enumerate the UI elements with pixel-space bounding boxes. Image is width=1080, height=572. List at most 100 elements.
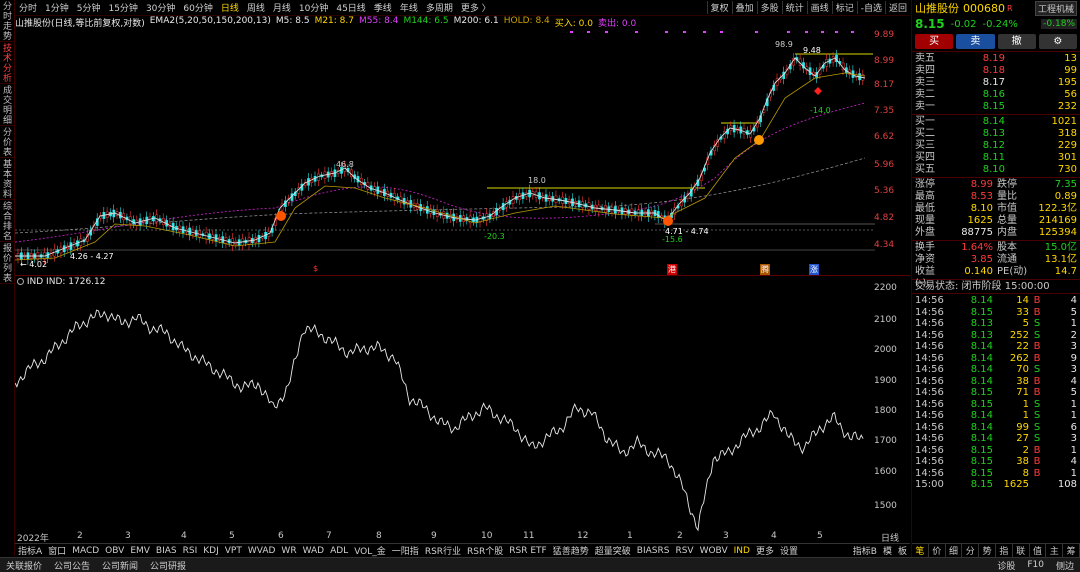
panel-tab[interactable]: 细 xyxy=(946,544,963,557)
tf-2[interactable]: 5分钟 xyxy=(73,1,105,14)
tool-5[interactable]: 标记 xyxy=(831,1,857,14)
book-row[interactable]: 卖二 8.16 56 xyxy=(915,89,1077,101)
ind-toggle-icon[interactable] xyxy=(17,278,24,285)
ind-tab[interactable]: RSR ETF xyxy=(506,546,549,556)
tool-7[interactable]: 返回 xyxy=(884,1,910,14)
ind-tab[interactable]: 超量突破 xyxy=(592,544,634,557)
book-row[interactable]: 买二 8.13 318 xyxy=(915,128,1077,140)
tf-12[interactable]: 年线 xyxy=(396,1,422,14)
ind-tab[interactable]: RSR个股 xyxy=(464,544,506,557)
panel-tab[interactable]: 联 xyxy=(1013,544,1030,557)
ind-tab[interactable]: OBV xyxy=(102,546,127,556)
ind-tab-settings[interactable]: 设置 xyxy=(777,544,801,557)
ind-tab[interactable]: RSV xyxy=(672,546,696,556)
tool-0[interactable]: 复权 xyxy=(706,1,732,14)
book-row[interactable]: 买五 8.10 730 xyxy=(915,164,1077,176)
event-marker[interactable]: 港 xyxy=(667,264,677,275)
tool-2[interactable]: 多股 xyxy=(756,1,782,14)
tf-9[interactable]: 10分钟 xyxy=(295,1,332,14)
tool-4[interactable]: 画线 xyxy=(806,1,832,14)
tick-list[interactable]: 14:56 8.14 14 B 4 14:56 8.15 33 B 5 14:56 … xyxy=(912,293,1080,492)
tf-10[interactable]: 45日线 xyxy=(332,1,369,14)
event-marker[interactable]: $ xyxy=(313,264,318,273)
tf-3[interactable]: 15分钟 xyxy=(104,1,141,14)
ind-tab[interactable]: 指标A xyxy=(15,544,45,557)
panel-tab[interactable]: 主 xyxy=(1046,544,1064,557)
ind-tab[interactable]: WVAD xyxy=(245,546,279,556)
cancel-order-button[interactable]: 撤 xyxy=(997,34,1036,49)
event-marker[interactable]: 腾 xyxy=(760,264,770,275)
ind-tab[interactable]: VOL_金 xyxy=(351,544,389,557)
ind-tab[interactable]: BIAS xyxy=(153,546,180,556)
ind-tab[interactable]: WR xyxy=(278,546,299,556)
panel-tab[interactable]: 笔 xyxy=(912,544,929,557)
ind-tab[interactable]: 猛善趋势 xyxy=(550,544,592,557)
book-row[interactable]: 买三 8.12 229 xyxy=(915,140,1077,152)
ind-chart[interactable] xyxy=(15,288,875,533)
panel-tab[interactable]: 值 xyxy=(1030,544,1047,557)
ind-tab[interactable]: 一阳指 xyxy=(389,544,422,557)
ind-tab[interactable]: BIASRS xyxy=(634,546,673,556)
tf-1[interactable]: 1分钟 xyxy=(41,1,73,14)
ind-tab-active[interactable]: IND xyxy=(731,546,753,556)
event-marker[interactable]: 涨 xyxy=(809,264,819,275)
vtab-3[interactable]: 分价表 xyxy=(0,126,15,158)
ind-tab[interactable]: WOBV xyxy=(697,546,731,556)
tool-3[interactable]: 统计 xyxy=(781,1,807,14)
book-row[interactable]: 买四 8.11 301 xyxy=(915,152,1077,164)
tf-0[interactable]: 分时 xyxy=(15,1,41,14)
vtab-2[interactable]: 成交明细 xyxy=(0,84,15,126)
book-row[interactable]: 卖三 8.17 195 xyxy=(915,77,1077,89)
book-row[interactable]: 卖一 8.15 232 xyxy=(915,101,1077,113)
tf-5[interactable]: 60分钟 xyxy=(179,1,216,14)
panel-tab[interactable]: 筹 xyxy=(1063,544,1080,557)
book-row[interactable]: 买一 8.14 1021 xyxy=(915,116,1077,128)
ind-tab[interactable]: RSI xyxy=(180,546,201,556)
tf-11[interactable]: 季线 xyxy=(370,1,396,14)
book-row[interactable]: 卖四 8.18 99 xyxy=(915,65,1077,77)
vtab-0[interactable]: 分时走势 xyxy=(0,0,15,42)
status-item[interactable]: 关联报价 xyxy=(0,559,48,572)
tf-14[interactable]: 更多 〉 xyxy=(457,1,495,14)
tf-7[interactable]: 周线 xyxy=(243,1,269,14)
panel-tab[interactable]: 分 xyxy=(962,544,980,557)
tf-6[interactable]: 日线 xyxy=(217,1,243,14)
ind-tab[interactable]: ADL xyxy=(327,546,351,556)
sector-tag[interactable]: 工程机械 xyxy=(1034,0,1077,16)
ind-tab[interactable]: RSR行业 xyxy=(422,544,464,557)
sell-button[interactable]: 卖 xyxy=(956,34,995,49)
panel-tab[interactable]: 价 xyxy=(929,544,946,557)
vtab-4[interactable]: 基本资料 xyxy=(0,158,15,200)
ind-tab[interactable]: EMV xyxy=(127,546,153,556)
ind-tab[interactable]: WAD xyxy=(300,546,328,556)
vtab-1[interactable]: 技术分析 xyxy=(0,42,15,84)
vtab-5[interactable]: 综合排名 xyxy=(0,200,15,242)
f10-button[interactable]: F10 xyxy=(1021,560,1050,570)
ind-tab[interactable]: MACD xyxy=(69,546,102,556)
ind-tab-more[interactable]: 更多 xyxy=(753,544,777,557)
ind-tab[interactable]: 窗口 xyxy=(45,544,69,557)
template-tab[interactable]: 模 xyxy=(880,544,895,557)
settings-icon[interactable]: ⚙ xyxy=(1038,34,1077,49)
tool-1[interactable]: 叠加 xyxy=(731,1,757,14)
tool-6[interactable]: -自选 xyxy=(856,1,885,14)
ind-tab[interactable]: VPT xyxy=(222,546,245,556)
tf-4[interactable]: 30分钟 xyxy=(142,1,179,14)
board-tab[interactable]: 板 xyxy=(895,544,910,557)
ind-tab[interactable]: KDJ xyxy=(200,546,222,556)
tf-8[interactable]: 月线 xyxy=(269,1,295,14)
panel-tab[interactable]: 指 xyxy=(996,544,1013,557)
main-price-chart[interactable] xyxy=(15,28,875,276)
status-item[interactable]: 公司研报 xyxy=(144,559,192,572)
status-item[interactable]: 公司新闻 xyxy=(96,559,144,572)
sidebar-toggle[interactable]: 侧边 xyxy=(1050,559,1080,572)
vtab-6[interactable]: 报价列表 xyxy=(0,242,15,284)
diagnose-button[interactable]: 诊股 xyxy=(991,559,1021,572)
pane-divider[interactable] xyxy=(15,275,910,276)
book-row[interactable]: 卖五 8.19 13 xyxy=(915,53,1077,65)
ind-b-tab[interactable]: 指标B xyxy=(850,544,880,557)
tf-13[interactable]: 多周期 xyxy=(422,1,457,14)
status-item[interactable]: 公司公告 xyxy=(48,559,96,572)
buy-button[interactable]: 买 xyxy=(915,34,954,49)
panel-tab[interactable]: 势 xyxy=(979,544,996,557)
